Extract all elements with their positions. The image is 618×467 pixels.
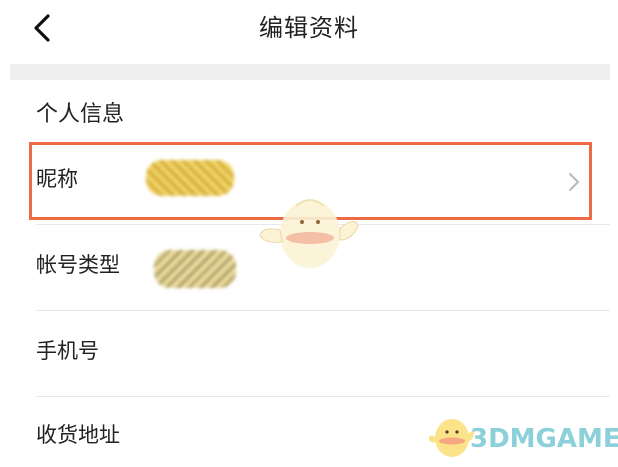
- top-bar: 编辑资料: [0, 0, 618, 62]
- account-type-value-obscured: [154, 250, 236, 288]
- profile-row-phone[interactable]: 手机号: [10, 312, 610, 394]
- section-separator: [10, 64, 610, 80]
- watermark-chick-icon: [428, 419, 474, 457]
- edit-profile-screen: 编辑资料 个人信息 昵称 帐号类型 手机号 收货地址 3DMGAME: [0, 0, 618, 467]
- watermark-text: 3DMGAME: [470, 424, 618, 454]
- section-title: 个人信息: [36, 102, 125, 127]
- bottom-edge-artifact: [0, 458, 618, 467]
- page-title: 编辑资料: [259, 14, 359, 42]
- row-label-address: 收货地址: [36, 423, 120, 447]
- row-label-phone: 手机号: [36, 339, 99, 363]
- watermark-mascot-icon: [256, 186, 362, 278]
- row-divider: [36, 310, 610, 311]
- row-label-account-type: 帐号类型: [36, 253, 120, 277]
- row-divider: [36, 396, 610, 397]
